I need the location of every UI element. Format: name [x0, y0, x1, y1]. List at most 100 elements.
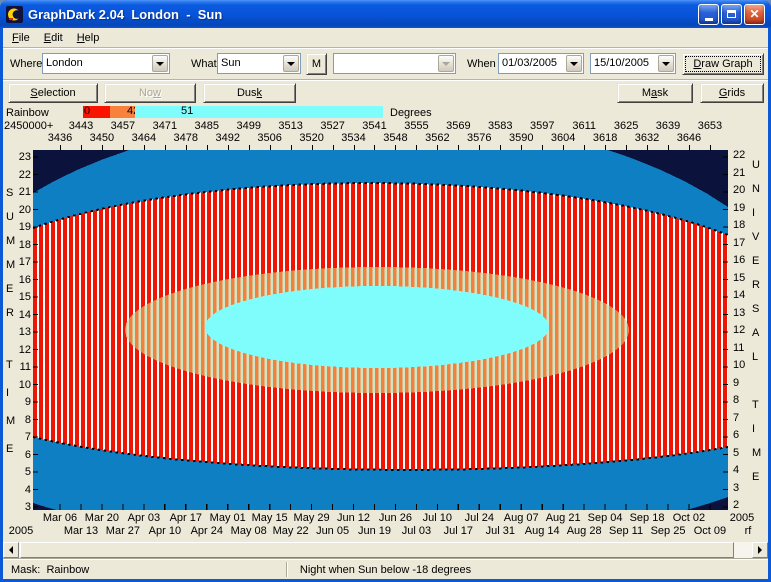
- date-label: Jun 12: [337, 512, 370, 524]
- julian-label: 3471: [153, 120, 177, 132]
- window-title: GraphDark 2.04 London - Sun: [28, 7, 698, 22]
- minimize-icon: [705, 18, 713, 21]
- date-label: Mar 06: [43, 512, 77, 524]
- date-label: May 01: [210, 512, 246, 524]
- date-label: Aug 14: [525, 525, 560, 537]
- hour-label-right: 7: [733, 412, 739, 424]
- summer-time-caption-letter: M: [6, 259, 15, 271]
- date-label: Jul 24: [465, 512, 494, 524]
- sun-altitude-plot[interactable]: [33, 150, 728, 510]
- minimize-button[interactable]: [698, 4, 719, 25]
- date-label: Apr 10: [149, 525, 181, 537]
- x-axis-year-right: 2005: [730, 512, 754, 524]
- title-bar[interactable]: GraphDark 2.04 London - Sun ✕: [0, 0, 771, 28]
- hour-label-right: 19: [733, 202, 745, 214]
- date-label: Mar 20: [85, 512, 119, 524]
- x-axis-rf-label: rf: [745, 525, 752, 537]
- y-axis-right: 2221201918171615141312111098765432UNIVER…: [731, 150, 768, 510]
- summer-time-caption-letter: I: [6, 387, 9, 399]
- date-label: Apr 03: [128, 512, 160, 524]
- x-axis-year-left: 2005: [9, 525, 33, 537]
- status-message: Night when Sun below -18 degrees: [300, 564, 471, 576]
- hour-label-left: 23: [3, 151, 31, 163]
- julian-label: 3625: [614, 120, 638, 132]
- julian-label: 3485: [195, 120, 219, 132]
- menu-help[interactable]: Help: [70, 30, 107, 46]
- universal-time-caption-letter: E: [752, 255, 759, 267]
- menu-edit[interactable]: Edit: [37, 30, 70, 46]
- maximize-button[interactable]: [721, 4, 742, 25]
- date-from-combobox[interactable]: 01/03/2005: [498, 53, 584, 74]
- horizontal-scrollbar[interactable]: [3, 542, 768, 558]
- y-axis-left: 23222120191817161514131211109876543SUMME…: [3, 150, 33, 510]
- status-mask-text: Mask: Rainbow: [11, 564, 89, 576]
- top-tick-marks: [0, 143, 771, 150]
- date-label: Sep 25: [651, 525, 686, 537]
- hour-label-right: 16: [733, 254, 745, 266]
- date-to-combobox[interactable]: 15/10/2005: [590, 53, 676, 74]
- m-button[interactable]: M: [306, 53, 327, 75]
- date-to-value: 15/10/2005: [594, 57, 656, 69]
- hour-label-right: 5: [733, 447, 739, 459]
- menu-file[interactable]: File: [5, 30, 37, 46]
- where-combobox[interactable]: London: [42, 53, 170, 74]
- plot-canvas[interactable]: [33, 150, 728, 510]
- date-label: Jun 19: [358, 525, 391, 537]
- universal-time-caption-letter: S: [752, 303, 759, 315]
- date-to-dropdown-arrow-icon[interactable]: [658, 55, 674, 72]
- grids-button[interactable]: Grids: [700, 83, 764, 103]
- date-label: May 22: [273, 525, 309, 537]
- status-bar: Mask: Rainbow Night when Sun below -18 d…: [3, 559, 768, 579]
- scroll-right-arrow-icon: [758, 546, 762, 554]
- hour-label-right: 20: [733, 184, 745, 196]
- date-label: Sep 04: [588, 512, 623, 524]
- hour-label-right: 21: [733, 167, 745, 179]
- summer-time-caption-letter: R: [6, 307, 14, 319]
- julian-label: 3639: [656, 120, 680, 132]
- date-label: Mar 13: [64, 525, 98, 537]
- scroll-left-arrow-icon: [9, 546, 13, 554]
- status-divider: [286, 562, 288, 577]
- dusk-button[interactable]: Dusk: [203, 83, 296, 103]
- julian-label: 3569: [446, 120, 470, 132]
- universal-time-caption-letter: T: [752, 399, 759, 411]
- hour-label-right: 14: [733, 289, 745, 301]
- draw-graph-button[interactable]: Draw Graph: [682, 53, 764, 75]
- mask-button[interactable]: Mask: [617, 83, 693, 103]
- legend-segment: 42: [110, 106, 135, 118]
- legend-segment: 0: [83, 106, 110, 118]
- selection-button[interactable]: Selection: [8, 83, 98, 103]
- hour-label-left: 5: [3, 466, 31, 478]
- universal-time-caption-letter: N: [752, 183, 760, 195]
- what-dropdown-arrow-icon[interactable]: [283, 55, 299, 72]
- julian-label: 3555: [404, 120, 428, 132]
- hour-label-right: 13: [733, 307, 745, 319]
- date-label: Jun 26: [379, 512, 412, 524]
- universal-time-caption-letter: E: [752, 471, 759, 483]
- hour-label-right: 18: [733, 219, 745, 231]
- hour-label-right: 3: [733, 482, 739, 494]
- julian-label: 3597: [530, 120, 554, 132]
- when-label: When: [467, 58, 496, 70]
- legend-label: Rainbow: [6, 107, 49, 119]
- summer-time-caption-letter: S: [6, 187, 13, 199]
- date-label: Jul 03: [402, 525, 431, 537]
- hour-label-right: 17: [733, 237, 745, 249]
- where-dropdown-arrow-icon[interactable]: [152, 55, 168, 72]
- date-label: Jul 31: [486, 525, 515, 537]
- summer-time-caption-letter: M: [6, 235, 15, 247]
- julian-label: 3541: [362, 120, 386, 132]
- scrollbar-thumb[interactable]: [20, 542, 734, 558]
- what-combobox[interactable]: Sun: [217, 53, 301, 74]
- where-value: London: [46, 57, 150, 69]
- date-from-dropdown-arrow-icon[interactable]: [566, 55, 582, 72]
- legend-stop-value: 51: [181, 105, 193, 117]
- where-label: Where: [10, 58, 42, 70]
- scroll-left-button[interactable]: [3, 542, 19, 558]
- scroll-right-button[interactable]: [752, 542, 768, 558]
- universal-time-caption-letter: U: [752, 159, 760, 171]
- universal-time-caption-letter: I: [752, 207, 755, 219]
- date-label: Jul 10: [423, 512, 452, 524]
- julian-label: 3611: [572, 120, 596, 132]
- close-button[interactable]: ✕: [744, 4, 765, 25]
